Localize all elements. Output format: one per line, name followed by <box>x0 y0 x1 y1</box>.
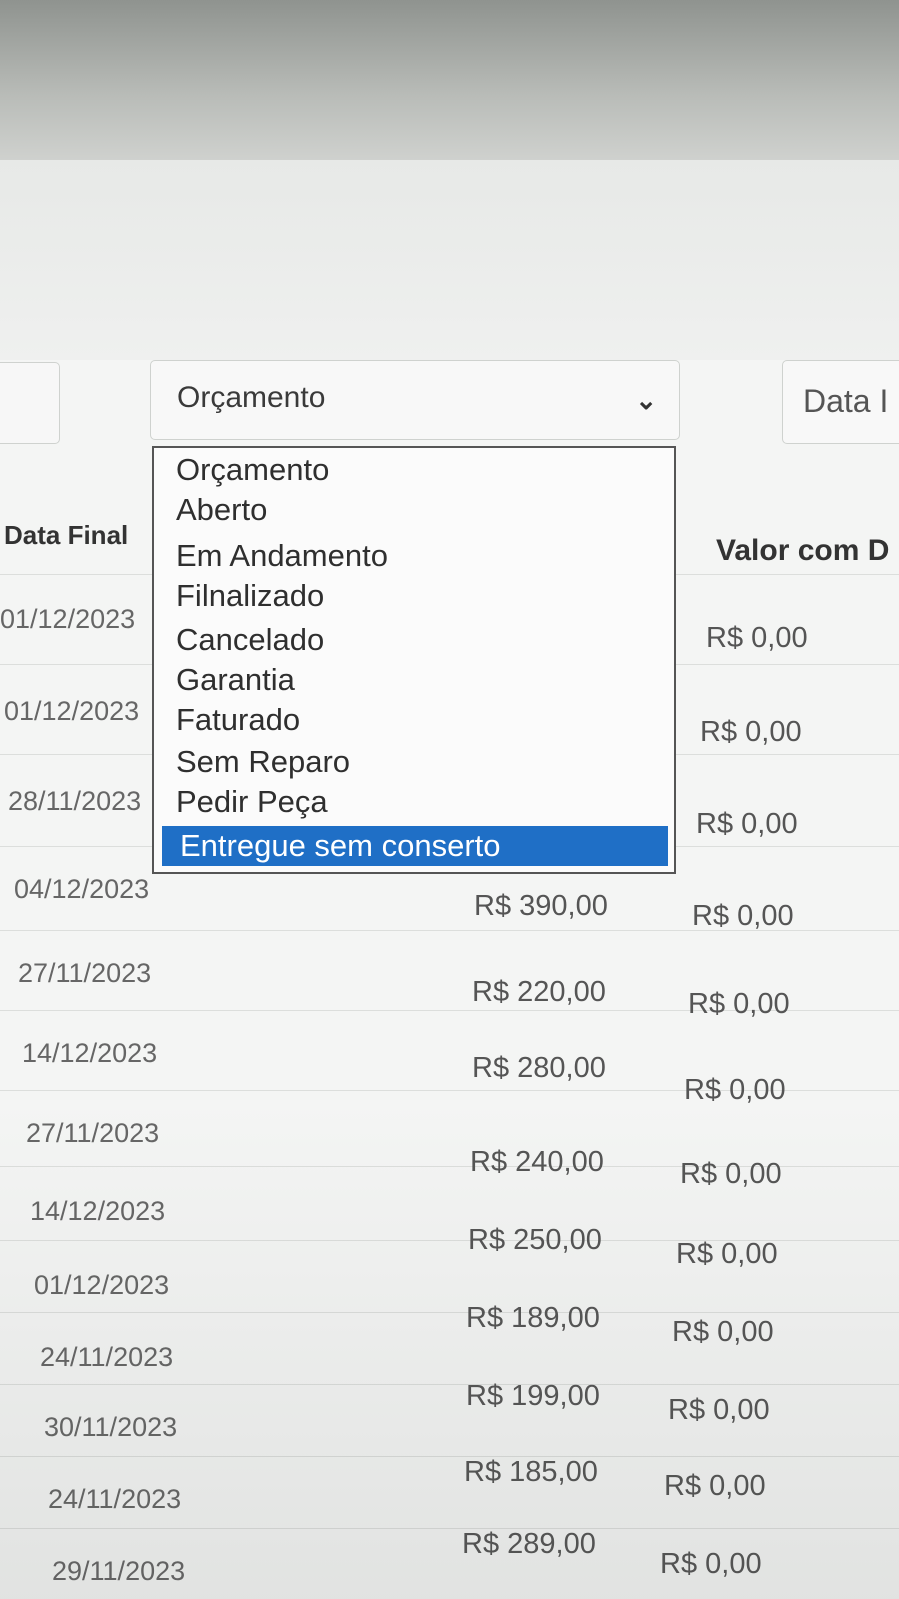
column-header-valor-com-desconto[interactable]: Valor com D <box>716 534 889 568</box>
table-cell-data-final: 14/12/2023 <box>30 1196 166 1226</box>
table-cell-valor: R$ 289,00 <box>462 1528 596 1560</box>
row-divider <box>0 1384 899 1385</box>
dropdown-option[interactable]: Filnalizado <box>176 578 324 614</box>
table-cell-valor-com-desconto: R$ 0,00 <box>660 1548 762 1580</box>
date-start-input[interactable]: Data I <box>782 360 899 444</box>
table-cell-data-final: 29/11/2023 <box>52 1556 186 1586</box>
table-cell-valor: R$ 185,00 <box>464 1456 598 1488</box>
table-cell-data-final: 01/12/2023 <box>34 1270 170 1300</box>
dropdown-option[interactable]: Cancelado <box>176 622 324 658</box>
table-cell-valor-com-desconto: R$ 0,00 <box>676 1238 778 1270</box>
table-cell-data-final: 27/11/2023 <box>26 1118 160 1148</box>
table-cell-valor: R$ 220,00 <box>472 976 606 1008</box>
dropdown-option[interactable]: Aberto <box>176 492 267 528</box>
monitor-bezel <box>0 0 899 160</box>
dropdown-option[interactable]: Sem Reparo <box>176 744 350 780</box>
page-background <box>0 160 899 360</box>
dropdown-option[interactable]: Em Andamento <box>176 538 388 574</box>
table-cell-valor: R$ 250,00 <box>468 1224 602 1256</box>
table-cell-data-final: 04/12/2023 <box>14 874 150 904</box>
date-start-placeholder: Data I <box>803 383 889 419</box>
table-cell-valor-com-desconto: R$ 0,00 <box>700 716 802 748</box>
row-divider <box>0 1456 899 1457</box>
status-select[interactable]: Orçamento ⌄ <box>150 360 680 440</box>
table-cell-valor-com-desconto: R$ 0,00 <box>684 1074 786 1106</box>
chevron-down-icon[interactable]: ⌄ <box>635 385 657 416</box>
dropdown-option-highlighted[interactable]: Entregue sem conserto <box>162 826 668 866</box>
table-cell-data-final: 28/11/2023 <box>8 786 142 816</box>
table-cell-data-final: 01/12/2023 <box>4 696 140 726</box>
table-cell-data-final: 30/11/2023 <box>44 1412 178 1442</box>
table-cell-data-final: 24/11/2023 <box>48 1484 182 1514</box>
status-select-value: Orçamento <box>177 381 326 414</box>
dropdown-option[interactable]: Orçamento <box>176 452 329 488</box>
row-divider <box>0 1312 899 1313</box>
column-header-data-final[interactable]: Data Final <box>4 520 128 551</box>
table-cell-valor-com-desconto: R$ 0,00 <box>696 808 798 840</box>
table-cell-valor-com-desconto: R$ 0,00 <box>706 622 808 654</box>
table-cell-data-final: 01/12/2023 <box>0 604 136 634</box>
dropdown-option[interactable]: Faturado <box>176 702 300 738</box>
table-cell-data-final: 14/12/2023 <box>22 1038 158 1068</box>
table-cell-data-final: 27/11/2023 <box>18 958 152 988</box>
table-cell-valor: R$ 199,00 <box>466 1380 600 1412</box>
status-dropdown-list[interactable]: Orçamento Aberto Em Andamento Filnalizad… <box>152 446 676 874</box>
table-cell-valor-com-desconto: R$ 0,00 <box>692 900 794 932</box>
row-divider <box>0 1528 899 1529</box>
table-cell-valor-com-desconto: R$ 0,00 <box>664 1470 766 1502</box>
dropdown-option[interactable]: Pedir Peça <box>176 784 328 820</box>
table-cell-valor: R$ 390,00 <box>474 890 608 922</box>
filter-input-left[interactable] <box>0 362 60 444</box>
table-cell-valor: R$ 240,00 <box>470 1146 604 1178</box>
table-cell-valor-com-desconto: R$ 0,00 <box>668 1394 770 1426</box>
table-cell-valor: R$ 280,00 <box>472 1052 606 1084</box>
table-cell-valor: R$ 189,00 <box>466 1302 600 1334</box>
table-cell-valor-com-desconto: R$ 0,00 <box>672 1316 774 1348</box>
table-cell-valor-com-desconto: R$ 0,00 <box>688 988 790 1020</box>
dropdown-option[interactable]: Garantia <box>176 662 295 698</box>
table-cell-valor-com-desconto: R$ 0,00 <box>680 1158 782 1190</box>
table-cell-data-final: 24/11/2023 <box>40 1342 174 1372</box>
